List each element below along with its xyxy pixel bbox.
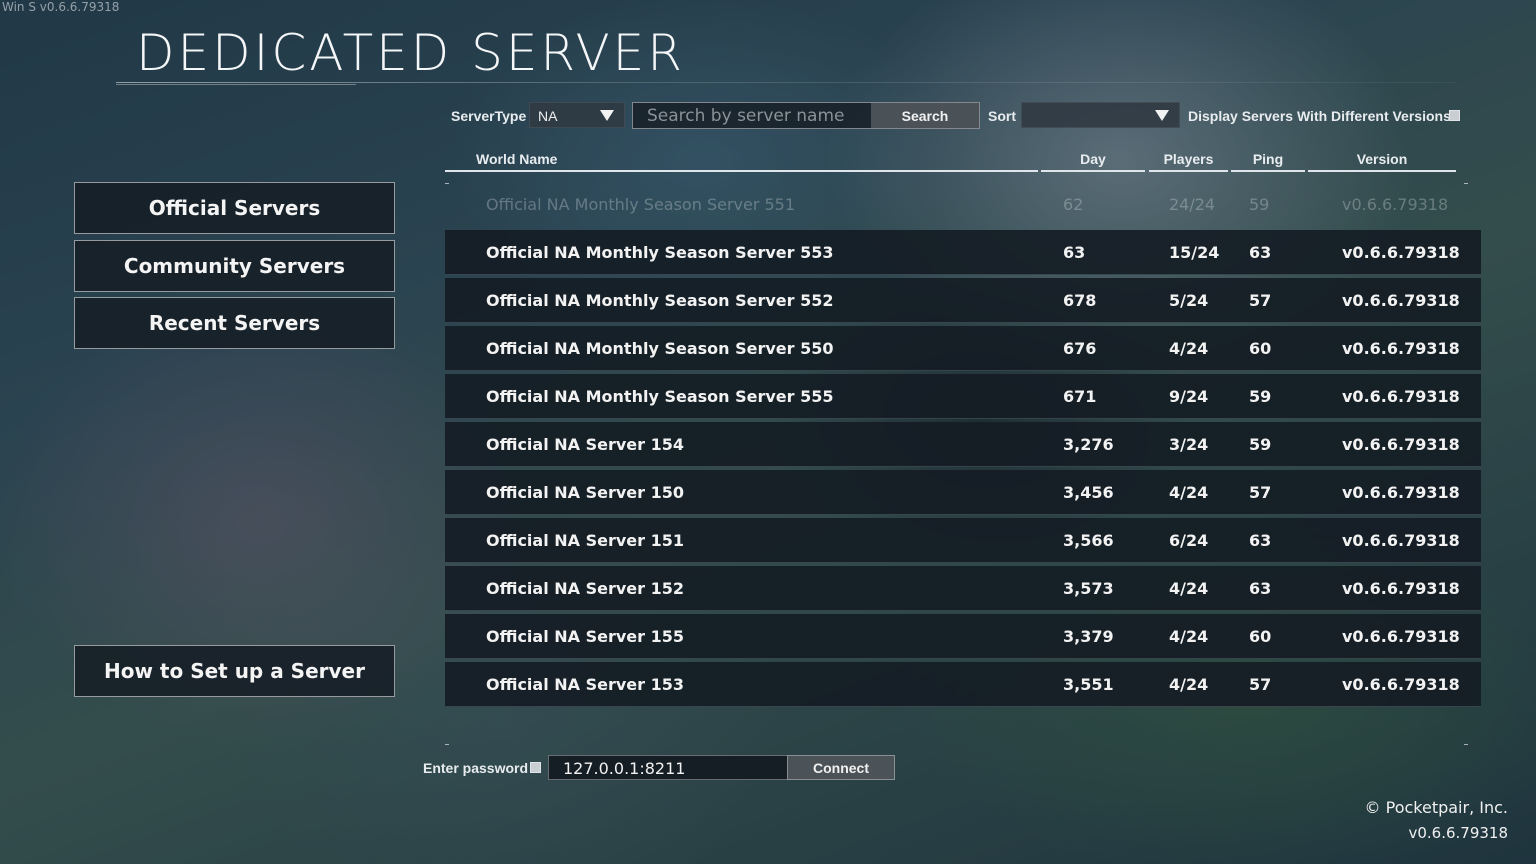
server-address-input[interactable] xyxy=(548,755,788,780)
server-version: v0.6.6.79318 xyxy=(1342,483,1460,502)
server-day: 3,379 xyxy=(1063,627,1114,646)
server-row[interactable]: Official NA Monthly Season Server 552 67… xyxy=(445,278,1481,323)
server-name: Official NA Monthly Season Server 552 xyxy=(486,291,834,310)
server-row[interactable]: Official NA Monthly Season Server 551 62… xyxy=(445,182,1481,227)
server-version: v0.6.6.79318 xyxy=(1342,291,1460,310)
server-version: v0.6.6.79318 xyxy=(1342,339,1460,358)
server-name: Official NA Server 152 xyxy=(486,579,685,598)
server-row[interactable]: Official NA Server 152 3,573 4/24 63 v0.… xyxy=(445,566,1481,611)
server-players: 6/24 xyxy=(1169,531,1209,550)
server-players: 4/24 xyxy=(1169,483,1209,502)
server-row[interactable]: Official NA Server 153 3,551 4/24 57 v0.… xyxy=(445,662,1481,707)
page-title: DEDICATED SERVER xyxy=(136,24,685,82)
server-day: 678 xyxy=(1063,291,1097,310)
search-button[interactable]: Search xyxy=(871,103,979,128)
server-day: 3,276 xyxy=(1063,435,1114,454)
server-name: Official NA Server 155 xyxy=(486,627,685,646)
server-players: 15/24 xyxy=(1169,243,1220,262)
column-header-world-name[interactable]: World Name xyxy=(445,150,1038,172)
server-day: 63 xyxy=(1063,243,1086,262)
server-ping: 60 xyxy=(1249,627,1272,646)
server-name: Official NA Server 153 xyxy=(486,675,685,694)
recent-servers-button[interactable]: Recent Servers xyxy=(74,297,395,349)
server-day: 3,551 xyxy=(1063,675,1114,694)
password-checkbox[interactable] xyxy=(530,762,541,773)
server-version: v0.6.6.79318 xyxy=(1342,627,1460,646)
table-corner-marker xyxy=(445,744,449,745)
community-servers-button[interactable]: Community Servers xyxy=(74,240,395,292)
server-version: v0.6.6.79318 xyxy=(1342,387,1460,406)
chevron-down-icon xyxy=(1155,110,1169,121)
server-row[interactable]: Official NA Server 154 3,276 3/24 59 v0.… xyxy=(445,422,1481,467)
chevron-down-icon xyxy=(600,110,614,121)
server-players: 9/24 xyxy=(1169,387,1209,406)
server-players: 4/24 xyxy=(1169,627,1209,646)
server-name: Official NA Server 150 xyxy=(486,483,685,502)
server-ping: 59 xyxy=(1249,387,1272,406)
server-day: 671 xyxy=(1063,387,1097,406)
server-day: 3,456 xyxy=(1063,483,1114,502)
server-day: 3,573 xyxy=(1063,579,1114,598)
column-header-version[interactable]: Version xyxy=(1308,150,1456,172)
version-text: v0.6.6.79318 xyxy=(1408,824,1508,842)
server-name: Official NA Monthly Season Server 550 xyxy=(486,339,834,358)
server-version: v0.6.6.79318 xyxy=(1342,579,1460,598)
server-day: 676 xyxy=(1063,339,1097,358)
server-players: 4/24 xyxy=(1169,339,1209,358)
server-version: v0.6.6.79318 xyxy=(1342,195,1449,214)
server-ping: 63 xyxy=(1249,579,1272,598)
server-version: v0.6.6.79318 xyxy=(1342,675,1460,694)
server-day: 3,566 xyxy=(1063,531,1114,550)
server-version: v0.6.6.79318 xyxy=(1342,531,1460,550)
server-ping: 59 xyxy=(1249,435,1272,454)
different-versions-label: Display Servers With Different Versions xyxy=(1188,108,1451,124)
server-type-dropdown[interactable]: NA xyxy=(529,102,625,128)
server-ping: 60 xyxy=(1249,339,1272,358)
connect-button[interactable]: Connect xyxy=(787,755,895,780)
server-ping: 57 xyxy=(1249,483,1272,502)
server-row[interactable]: Official NA Monthly Season Server 550 67… xyxy=(445,326,1481,371)
how-to-setup-server-button[interactable]: How to Set up a Server xyxy=(74,645,395,697)
server-name: Official NA Monthly Season Server 551 xyxy=(486,195,796,214)
password-label: Enter password xyxy=(423,760,529,776)
server-players: 5/24 xyxy=(1169,291,1209,310)
sort-label: Sort xyxy=(988,108,1016,124)
server-players: 24/24 xyxy=(1169,195,1216,214)
title-underline xyxy=(116,84,356,85)
server-name: Official NA Monthly Season Server 553 xyxy=(486,243,834,262)
official-servers-button[interactable]: Official Servers xyxy=(74,182,395,234)
search-bar: Search xyxy=(632,102,980,129)
server-ping: 57 xyxy=(1249,675,1272,694)
server-row[interactable]: Official NA Monthly Season Server 555 67… xyxy=(445,374,1481,419)
server-type-label: ServerType xyxy=(451,108,527,124)
server-name: Official NA Monthly Season Server 555 xyxy=(486,387,834,406)
server-row[interactable]: Official NA Server 155 3,379 4/24 60 v0.… xyxy=(445,614,1481,659)
copyright-text: © Pocketpair, Inc. xyxy=(1364,798,1508,817)
server-row[interactable]: Official NA Server 151 3,566 6/24 63 v0.… xyxy=(445,518,1481,563)
column-header-day[interactable]: Day xyxy=(1041,150,1145,172)
server-ping: 57 xyxy=(1249,291,1272,310)
server-version: v0.6.6.79318 xyxy=(1342,243,1460,262)
different-versions-checkbox[interactable] xyxy=(1449,110,1460,121)
table-corner-marker xyxy=(1464,744,1468,745)
column-header-players[interactable]: Players xyxy=(1149,150,1228,172)
build-tag: Win S v0.6.6.79318 xyxy=(2,0,120,14)
server-ping: 63 xyxy=(1249,531,1272,550)
server-ping: 63 xyxy=(1249,243,1272,262)
server-name: Official NA Server 151 xyxy=(486,531,685,550)
sort-dropdown[interactable] xyxy=(1021,102,1180,128)
search-input[interactable] xyxy=(633,103,871,128)
server-players: 4/24 xyxy=(1169,579,1209,598)
server-version: v0.6.6.79318 xyxy=(1342,435,1460,454)
server-row[interactable]: Official NA Server 150 3,456 4/24 57 v0.… xyxy=(445,470,1481,515)
server-day: 62 xyxy=(1063,195,1084,214)
title-divider xyxy=(116,82,1456,83)
server-ping: 59 xyxy=(1249,195,1270,214)
column-header-ping[interactable]: Ping xyxy=(1231,150,1305,172)
server-row[interactable]: Official NA Monthly Season Server 553 63… xyxy=(445,230,1481,275)
server-players: 4/24 xyxy=(1169,675,1209,694)
server-players: 3/24 xyxy=(1169,435,1209,454)
server-type-value: NA xyxy=(538,108,558,124)
server-name: Official NA Server 154 xyxy=(486,435,685,454)
